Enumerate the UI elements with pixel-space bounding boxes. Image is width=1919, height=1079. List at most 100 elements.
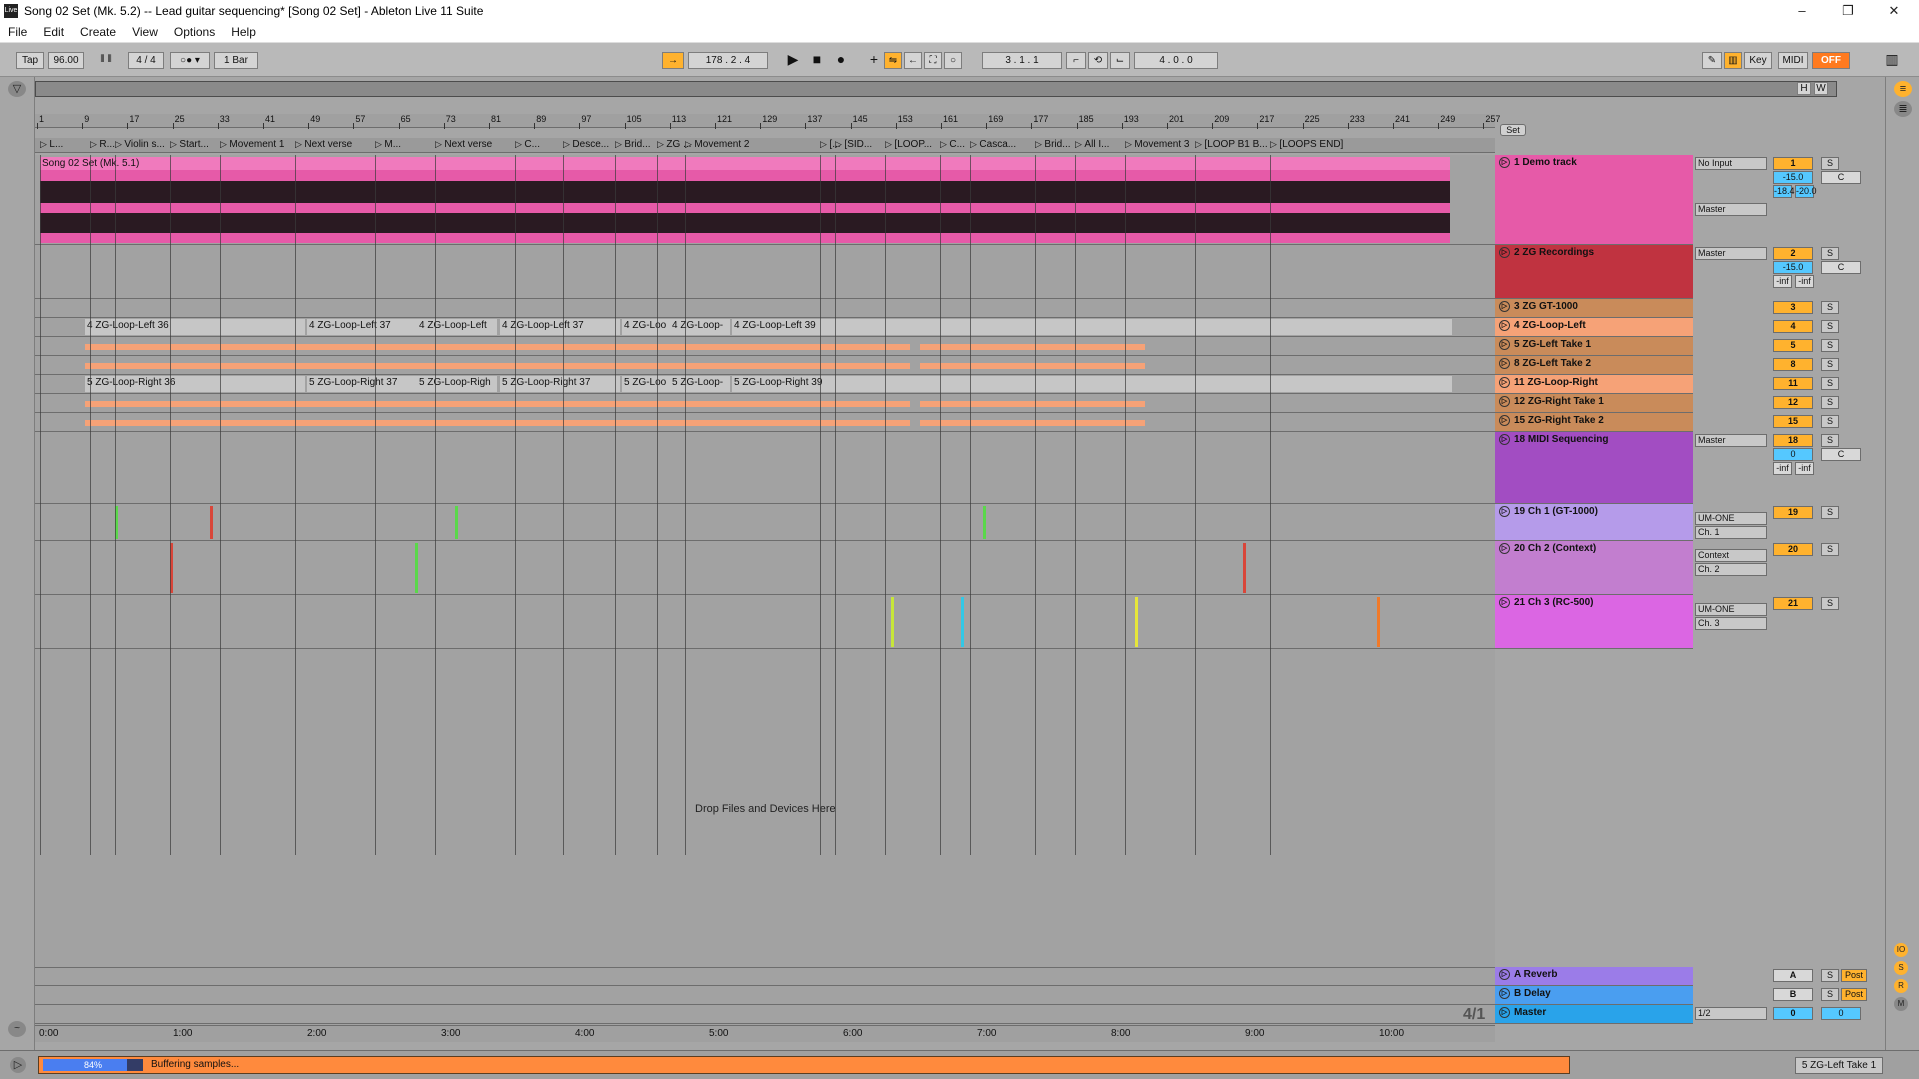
loop-clip[interactable]: 5 ZG-Loop-Right 37 <box>500 376 620 392</box>
back-to-arrangement-icon[interactable]: ← <box>904 52 922 69</box>
loop-switch-icon[interactable]: ⟲ <box>1088 52 1108 69</box>
solo-button[interactable]: S <box>1821 597 1839 610</box>
midi-clip[interactable] <box>415 543 418 593</box>
take-clip[interactable] <box>920 401 1145 407</box>
automation-arm-icon[interactable]: ⇋ <box>884 52 902 69</box>
master-volume-field[interactable]: 0 <box>1821 1007 1861 1020</box>
play-icon[interactable]: ▶ <box>784 52 802 69</box>
browser-toggle-icon[interactable]: ▽ <box>8 81 26 97</box>
track-activator[interactable]: 5 <box>1773 339 1813 352</box>
track-fold-icon[interactable]: ▷ <box>1499 339 1510 350</box>
locator[interactable]: M... <box>375 139 401 150</box>
arrangement-view-icon[interactable]: ≣ <box>1894 101 1912 117</box>
solo-button[interactable]: S <box>1821 320 1839 333</box>
track-header[interactable]: ▷ 20 Ch 2 (Context) <box>1495 541 1693 595</box>
midi-clip[interactable] <box>1135 597 1138 647</box>
solo-button[interactable]: S <box>1821 157 1839 170</box>
minimize-button[interactable]: – <box>1779 0 1825 22</box>
loop-clip[interactable]: 4 ZG-Loop-Left 39 <box>732 319 1452 335</box>
track-activator[interactable]: 20 <box>1773 543 1813 556</box>
pan-field[interactable]: C <box>1821 448 1861 461</box>
returns-toggle-icon[interactable]: R <box>1894 979 1908 993</box>
solo-button[interactable]: S <box>1821 543 1839 556</box>
menu-help[interactable]: Help <box>223 25 264 39</box>
take-clip[interactable] <box>920 420 1145 426</box>
locator[interactable]: Brid... <box>1035 139 1070 150</box>
midi-channel-menu[interactable]: Ch. 1 <box>1695 526 1767 539</box>
loop-clip[interactable]: 4 ZG-Loo <box>622 319 672 335</box>
output-type-menu[interactable]: UM-ONE <box>1695 512 1767 525</box>
locator[interactable]: Movement 3 <box>1125 139 1189 150</box>
draw-mode-icon[interactable]: ✎ <box>1702 52 1722 69</box>
midi-channel-menu[interactable]: Ch. 2 <box>1695 563 1767 576</box>
track-fold-icon[interactable]: ▷ <box>1499 320 1510 331</box>
grid-fraction[interactable]: 4/1 <box>1463 1006 1485 1024</box>
loop-clip[interactable]: 4 ZG-Loop-Left 37 <box>307 319 417 335</box>
track-activator[interactable]: 8 <box>1773 358 1813 371</box>
take-clip[interactable] <box>920 363 1145 369</box>
metronome-icon[interactable]: ⦀ ⦀ <box>90 52 122 69</box>
locator[interactable]: [LOOPS END] <box>1270 139 1343 150</box>
volume-field[interactable]: -15.0 <box>1773 261 1813 274</box>
session-view-icon[interactable]: ≡ <box>1894 81 1912 97</box>
loop-clip[interactable]: 5 ZG-Loop- <box>670 376 730 392</box>
track-fold-icon[interactable]: ▷ <box>1499 597 1510 608</box>
output-type-menu[interactable]: Master <box>1695 247 1767 260</box>
midi-map-button[interactable]: MIDI <box>1778 52 1808 69</box>
midi-clip[interactable] <box>210 506 213 539</box>
track-header[interactable]: ▷ 5 ZG-Left Take 1 <box>1495 337 1693 356</box>
take-clip[interactable] <box>920 344 1145 350</box>
return-activator[interactable]: 0 <box>1773 1007 1813 1020</box>
io-toggle-icon[interactable]: IO <box>1894 943 1908 957</box>
midi-clip[interactable] <box>1377 597 1380 647</box>
time-signature-field[interactable]: 4 / 4 <box>128 52 164 69</box>
locator[interactable]: All I... <box>1075 139 1109 150</box>
track-fold-icon[interactable]: ▷ <box>1499 358 1510 369</box>
solo-button[interactable]: S <box>1821 358 1839 371</box>
track-header[interactable]: ▷ 4 ZG-Loop-Left <box>1495 318 1693 337</box>
sends-toggle-icon[interactable]: S <box>1894 961 1908 975</box>
track-activator[interactable]: 18 <box>1773 434 1813 447</box>
locator[interactable]: [LOOP B1 B... <box>1195 139 1267 150</box>
punch-in-icon[interactable]: ⌐ <box>1066 52 1086 69</box>
locator[interactable]: [SID... <box>835 139 872 150</box>
output-type-menu[interactable]: 1/2 <box>1695 1007 1767 1020</box>
arrangement-view[interactable]: Song 02 Set (Mk. 5.1) 4 ZG-Loop-Left 364… <box>35 155 1495 1025</box>
return-track-header[interactable]: ▷ B Delay <box>1495 986 1693 1005</box>
menu-file[interactable]: File <box>0 25 35 39</box>
close-button[interactable]: ✕ <box>1871 0 1917 22</box>
volume-field[interactable]: 0 <box>1773 448 1813 461</box>
zoom-height-button[interactable]: H <box>1796 82 1811 95</box>
menu-create[interactable]: Create <box>72 25 124 39</box>
pan-field[interactable]: C <box>1821 261 1861 274</box>
loop-clip[interactable]: 5 ZG-Loop-Right 36 <box>85 376 305 392</box>
track-header[interactable]: ▷ 2 ZG Recordings <box>1495 245 1693 299</box>
input-type-menu[interactable]: No Input <box>1695 157 1767 170</box>
loop-clip[interactable]: 5 ZG-Loop-Right 37 <box>307 376 417 392</box>
take-clip[interactable] <box>85 363 910 369</box>
take-clip[interactable] <box>85 420 910 426</box>
track-activator[interactable]: 2 <box>1773 247 1813 260</box>
track-fold-icon[interactable]: ▷ <box>1499 247 1510 258</box>
menu-edit[interactable]: Edit <box>35 25 72 39</box>
return-activator[interactable]: A <box>1773 969 1813 982</box>
stop-icon[interactable]: ■ <box>808 52 826 69</box>
solo-button[interactable]: S <box>1821 415 1839 428</box>
post-button[interactable]: Post <box>1841 969 1867 982</box>
beat-time-ruler[interactable]: 1 9 17 25 33 41 49 57 65 73 81 89 97 105 113 121 129 137 1… <box>35 114 1500 129</box>
solo-button[interactable]: S <box>1821 506 1839 519</box>
groove-pool-icon[interactable]: ~ <box>8 1021 26 1037</box>
track-fold-icon[interactable]: ▷ <box>1499 1007 1510 1018</box>
locator[interactable]: Violin s... <box>115 139 164 150</box>
track-header[interactable]: ▷ 18 MIDI Sequencing <box>1495 432 1693 504</box>
session-record-icon[interactable]: ○ <box>944 52 962 69</box>
info-view-toggle-icon[interactable]: ▷ <box>10 1057 26 1073</box>
loop-clip[interactable]: 5 ZG-Loop-Righ <box>417 376 497 392</box>
demo-audio-clip[interactable]: Song 02 Set (Mk. 5.1) <box>40 157 1450 243</box>
track-fold-icon[interactable]: ▷ <box>1499 543 1510 554</box>
loop-clip[interactable]: 5 ZG-Loop-Right 39 <box>732 376 1452 392</box>
solo-button[interactable]: S <box>1821 396 1839 409</box>
track-fold-icon[interactable]: ▷ <box>1499 157 1510 168</box>
track-header[interactable]: ▷ 21 Ch 3 (RC-500) <box>1495 595 1693 649</box>
locator[interactable]: L... <box>40 139 63 150</box>
